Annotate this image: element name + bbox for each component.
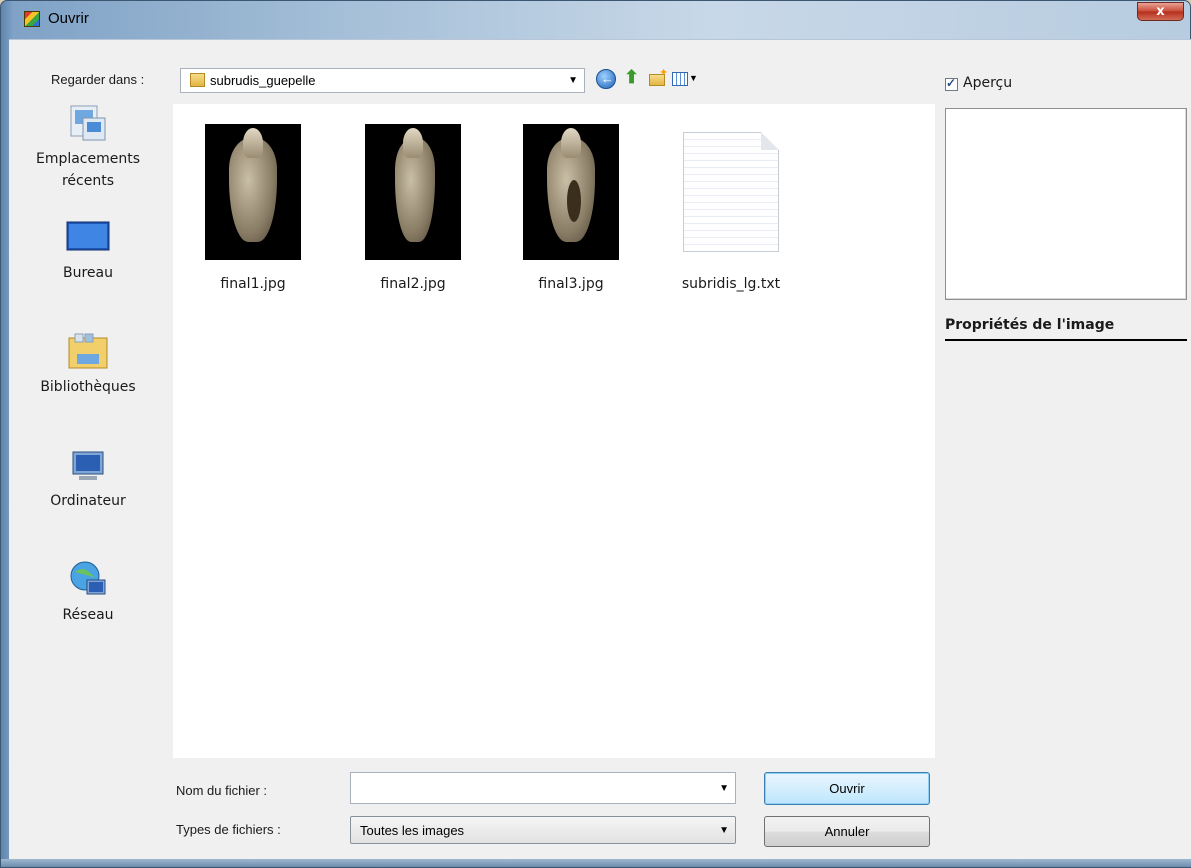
place-recent[interactable]: Emplacements récents <box>13 100 163 192</box>
close-button[interactable]: x <box>1137 2 1184 21</box>
file-name: final3.jpg <box>538 276 604 292</box>
file-item-txt[interactable]: subridis_lg.txt <box>666 124 796 292</box>
place-computer[interactable]: Ordinateur <box>13 442 163 512</box>
place-network-label: Réseau <box>62 607 114 623</box>
chevron-down-icon[interactable]: ▼ <box>568 75 578 86</box>
up-folder-icon[interactable]: ⬆ <box>623 67 643 89</box>
filetypes-select[interactable]: Toutes les images ▼ <box>350 816 736 844</box>
place-desktop-label: Bureau <box>63 265 113 281</box>
dialog-client-area: Regarder dans : subrudis_guepelle ▼ ← ⬆ … <box>9 39 1191 862</box>
dialog-window: Ouvrir x Regarder dans : subrudis_guepel… <box>0 0 1191 868</box>
lookin-label: Regarder dans : <box>51 72 145 87</box>
filetypes-label: Types de fichiers : <box>176 822 281 837</box>
filetypes-value: Toutes les images <box>360 823 465 838</box>
window-title: Ouvrir <box>48 10 89 27</box>
preview-checkbox-label: Aperçu <box>963 75 1013 91</box>
app-icon <box>24 11 40 27</box>
file-name: final1.jpg <box>220 276 286 292</box>
libraries-icon <box>65 328 111 374</box>
places-bar: Emplacements récents Bureau Bibliothèque… <box>13 100 163 760</box>
file-item-final1[interactable]: final1.jpg <box>188 124 318 292</box>
file-name: final2.jpg <box>380 276 446 292</box>
folder-icon <box>190 73 205 87</box>
lookin-dropdown[interactable]: subrudis_guepelle ▼ <box>180 68 585 93</box>
filename-combo[interactable]: ▼ <box>350 772 736 804</box>
image-thumbnail <box>365 124 461 260</box>
lookin-value: subrudis_guepelle <box>210 73 316 88</box>
place-computer-label: Ordinateur <box>50 493 126 509</box>
title-bar[interactable]: Ouvrir x <box>1 1 1190 39</box>
file-list[interactable]: final1.jpg final2.jpg final3.jpg subridi… <box>173 104 935 758</box>
back-icon[interactable]: ← <box>596 69 616 89</box>
open-button[interactable]: Ouvrir <box>764 772 930 805</box>
desktop-icon <box>65 214 111 260</box>
image-thumbnail <box>205 124 301 260</box>
window-bottom-border <box>1 859 1191 867</box>
file-item-final2[interactable]: final2.jpg <box>348 124 478 292</box>
recent-places-icon <box>65 100 111 146</box>
chevron-down-icon[interactable]: ▼ <box>719 783 729 794</box>
file-name: subridis_lg.txt <box>681 276 781 292</box>
computer-icon <box>65 442 111 488</box>
image-thumbnail <box>523 124 619 260</box>
image-properties-title: Propriétés de l'image <box>945 317 1187 341</box>
view-menu-icon[interactable]: ▼ <box>672 69 698 89</box>
preview-checkbox[interactable]: ✓ <box>945 76 958 91</box>
network-icon <box>65 556 111 602</box>
place-libraries[interactable]: Bibliothèques <box>13 328 163 398</box>
filename-input[interactable] <box>355 777 709 801</box>
place-recent-label: Emplacements récents <box>35 151 141 189</box>
file-item-final3[interactable]: final3.jpg <box>506 124 636 292</box>
preview-pane <box>945 108 1187 300</box>
text-file-icon <box>683 132 779 252</box>
place-desktop[interactable]: Bureau <box>13 214 163 284</box>
filename-label: Nom du fichier : <box>176 783 268 798</box>
new-folder-icon[interactable]: ✦ <box>648 67 668 89</box>
place-libraries-label: Bibliothèques <box>40 379 136 395</box>
chevron-down-icon[interactable]: ▼ <box>719 825 729 836</box>
cancel-button[interactable]: Annuler <box>764 816 930 847</box>
place-network[interactable]: Réseau <box>13 556 163 626</box>
